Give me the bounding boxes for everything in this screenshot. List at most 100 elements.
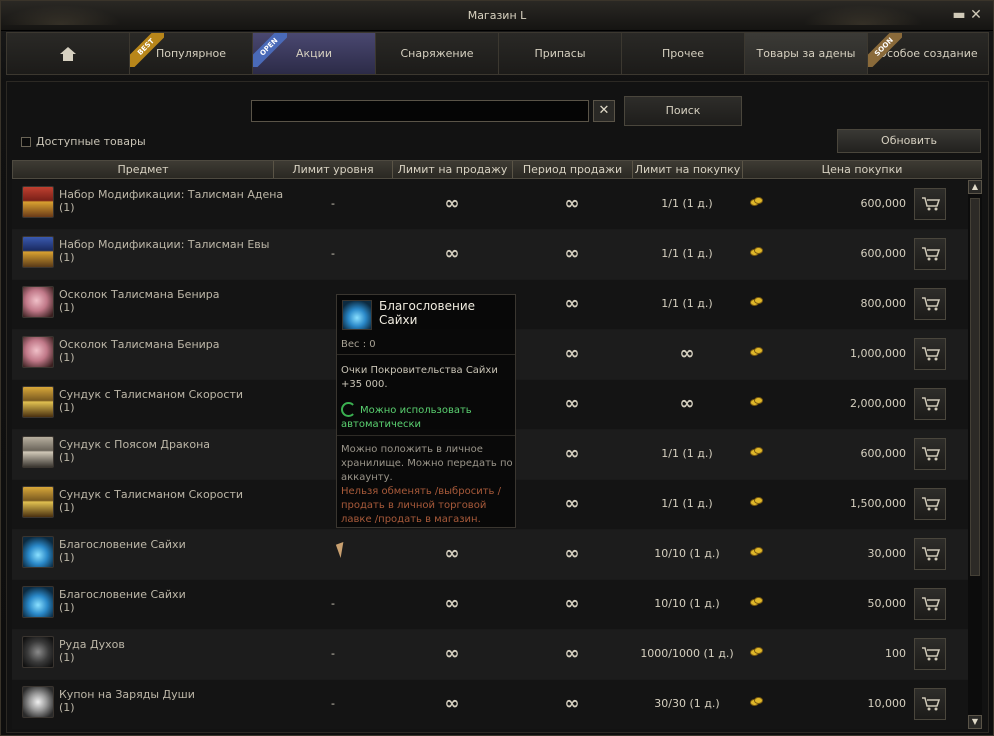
buy-limit: 1/1 (1 д.) [661,297,713,310]
item-name: Набор Модификации: Талисман Евы [59,238,270,251]
pink-shard-icon [22,336,54,368]
cart-icon [922,197,941,211]
tab-popular[interactable]: BEST Популярное [129,32,252,75]
window-title: Магазин L [467,9,527,22]
buy-cart-button[interactable] [914,338,946,370]
table-row[interactable]: Набор Модификации: Талисман Евы (1) - ∞ ∞ 1/1… [12,230,968,280]
buy-cart-button[interactable] [914,288,946,320]
table-header: Предмет Лимит уровня Лимит на продажу Пе… [12,160,982,179]
buy-price: 30,000 [867,547,907,560]
buy-limit: 1/1 (1 д.) [661,497,713,510]
potion-blue-icon [342,300,372,330]
sell-limit: ∞ [444,193,460,214]
scroll-up-button[interactable]: ▲ [968,180,982,194]
tab-label: Прочее [661,47,705,60]
col-item[interactable]: Предмет [13,161,274,178]
open-ribbon: OPEN [253,33,287,67]
item-name: Сундук с Талисманом Скорости [59,488,243,501]
buy-price: 600,000 [860,247,907,260]
item-name: Руда Духов [59,638,125,651]
available-filter[interactable]: Доступные товары [21,135,146,148]
buy-limit: 10/10 (1 д.) [654,547,720,560]
cart-icon [922,247,941,261]
buy-cart-button[interactable] [914,588,946,620]
tab-special-craft[interactable]: SOON Особое создание [867,32,989,75]
item-quantity: (1) [59,551,75,564]
item-tooltip: Благословение Сайхи Вес : 0 Очки Покрови… [336,294,516,528]
tab-supplies[interactable]: Припасы [498,32,621,75]
item-name: Купон на Заряды Души [59,688,195,701]
item-quantity: (1) [59,251,75,264]
col-sale-period[interactable]: Период продажи [513,161,633,178]
table-row[interactable]: Благословение Сайхи (1) - ∞ ∞ 10/10 (1 д.) 50,… [12,580,968,630]
buy-limit: 1/1 (1 д.) [661,447,713,460]
adena-coin-icon [750,197,763,206]
tooltip-weight: Вес : 0 [341,339,376,350]
buy-cart-button[interactable] [914,238,946,270]
level-limit: - [331,697,335,710]
scroll-thumb[interactable] [970,198,980,576]
table-row[interactable]: Набор Модификации: Талисман Адена (1) - ∞ ∞ 1… [12,180,968,230]
title-bar[interactable]: Магазин L ▬ ✕ [1,1,993,31]
col-price[interactable]: Цена покупки [743,161,981,178]
available-checkbox[interactable] [21,136,31,147]
adena-coin-icon [750,497,763,506]
auto-use-text: Можно использовать автоматически [341,405,472,430]
search-button[interactable]: Поиск [624,96,742,126]
tab-adena-goods[interactable]: Товары за адены [744,32,867,75]
buy-price: 800,000 [860,297,907,310]
tooltip-auto-use: Можно использовать автоматически [341,402,513,432]
buy-cart-button[interactable] [914,688,946,720]
tooltip-divider [337,354,515,355]
table-row[interactable]: Руда Духов (1) - ∞ ∞ 1000/1000 (1 д.) 100 [12,630,968,680]
cart-icon [922,447,941,461]
tab-equipment[interactable]: Снаряжение [375,32,498,75]
best-ribbon: BEST [130,33,164,67]
buy-limit: 1000/1000 (1 д.) [640,647,734,660]
cart-icon [922,297,941,311]
adena-coin-icon [750,447,763,456]
buy-limit: 1/1 (1 д.) [661,247,713,260]
buy-limit: ∞ [679,343,695,364]
buy-limit: 1/1 (1 д.) [661,197,713,210]
col-level-limit[interactable]: Лимит уровня [274,161,393,178]
tab-other[interactable]: Прочее [621,32,744,75]
item-name: Осколок Талисмана Бенира [59,338,220,351]
buy-price: 1,500,000 [850,497,906,510]
buy-price: 2,000,000 [850,397,906,410]
chest-silver-icon [22,436,54,468]
tab-home[interactable] [6,32,129,75]
clear-search-button[interactable]: ✕ [593,100,615,122]
table-row[interactable]: Купон на Заряды Души (1) - ∞ ∞ 30/30 (1 д.) 10… [12,680,968,729]
sale-period: ∞ [564,693,580,714]
item-quantity: (1) [59,701,75,714]
col-buy-limit[interactable]: Лимит на покупку [633,161,743,178]
sale-period: ∞ [564,343,580,364]
soon-ribbon: SOON [868,33,902,67]
search-input[interactable] [251,100,589,122]
buy-limit: 30/30 (1 д.) [654,697,720,710]
close-button[interactable]: ✕ [968,7,984,23]
tab-promotions[interactable]: OPEN Акции [252,32,375,75]
col-sell-limit[interactable]: Лимит на продажу [393,161,513,178]
item-quantity: (1) [59,351,75,364]
buy-cart-button[interactable] [914,438,946,470]
buy-limit: ∞ [679,393,695,414]
buy-cart-button[interactable] [914,188,946,220]
minimize-button[interactable]: ▬ [951,7,967,23]
item-quantity: (1) [59,201,75,214]
table-row[interactable]: Благословение Сайхи (1) ∞ ∞ 10/10 (1 д.) 30,0… [12,530,968,580]
adena-coin-icon [750,247,763,256]
tooltip-description: Очки Покровительства Сайхи +35 000. [341,365,498,390]
buy-cart-button[interactable] [914,638,946,670]
potion-blue-icon [22,536,54,568]
chest-blue-icon [22,236,54,268]
buy-cart-button[interactable] [914,388,946,420]
scroll-down-button[interactable]: ▼ [968,715,982,729]
buy-cart-button[interactable] [914,488,946,520]
refresh-button[interactable]: Обновить [837,129,981,153]
scrollbar[interactable]: ▲ ▼ [968,180,982,729]
buy-cart-button[interactable] [914,538,946,570]
sale-period: ∞ [564,593,580,614]
cart-icon [922,497,941,511]
